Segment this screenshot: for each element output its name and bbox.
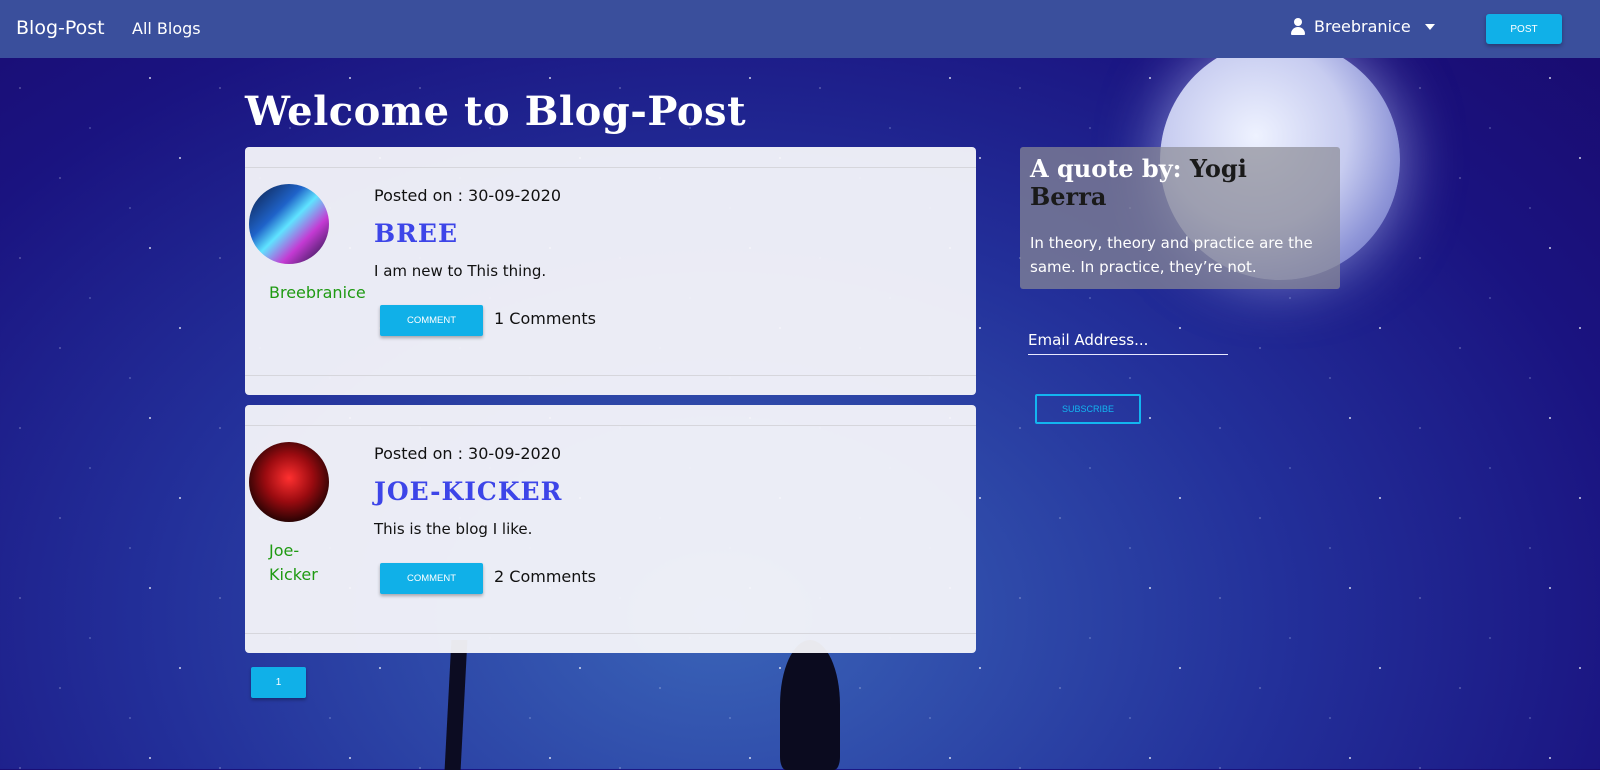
divider [245, 167, 976, 168]
comment-button[interactable]: COMMENT [380, 305, 483, 336]
caret-down-icon [1424, 23, 1435, 30]
post-button[interactable]: POST [1486, 14, 1562, 44]
author-avatar [249, 442, 329, 522]
post-title: BREE [374, 219, 459, 248]
author-avatar [249, 184, 329, 264]
posted-date: Posted on : 30-09-2020 [374, 186, 562, 205]
navbar: Blog-Post All Blogs Breebranice POST [0, 0, 1600, 58]
user-name: Breebranice [1314, 17, 1411, 36]
post-card: Breebranice Posted on : 30-09-2020 BREE … [245, 147, 976, 395]
divider [245, 633, 976, 634]
email-input[interactable] [1028, 326, 1228, 355]
quote-text: In theory, theory and practice are the s… [1030, 234, 1313, 276]
page-title: Welcome to Blog-Post [245, 88, 747, 135]
divider [245, 425, 976, 426]
quote-prefix: A quote by: [1030, 154, 1190, 183]
author-name: Breebranice [269, 283, 366, 302]
post-title: JOE-KICKER [374, 477, 563, 506]
post-body: I am new to This thing. [374, 262, 547, 280]
subscribe-button[interactable]: SUBSCRIBE [1035, 394, 1141, 424]
user-icon [1290, 17, 1306, 36]
brand-link[interactable]: Blog-Post [16, 17, 105, 39]
comment-button[interactable]: COMMENT [380, 563, 483, 594]
comment-count: 1 Comments [494, 309, 596, 328]
nav-all-blogs[interactable]: All Blogs [132, 19, 201, 38]
user-dropdown[interactable]: Breebranice [1290, 17, 1435, 36]
divider [245, 375, 976, 376]
wolf-silhouette [780, 640, 840, 770]
quote-heading: A quote by: Yogi Berra [1030, 155, 1330, 211]
post-card: Joe-Kicker Posted on : 30-09-2020 JOE-KI… [245, 405, 976, 653]
posted-date: Posted on : 30-09-2020 [374, 444, 562, 463]
comment-count: 2 Comments [494, 567, 596, 586]
pagination-page-1[interactable]: 1 [251, 667, 306, 698]
quote-box: A quote by: Yogi Berra In theory, theory… [1020, 147, 1340, 289]
author-name: Joe-Kicker [269, 541, 318, 584]
post-body: This is the blog I like. [374, 520, 533, 538]
